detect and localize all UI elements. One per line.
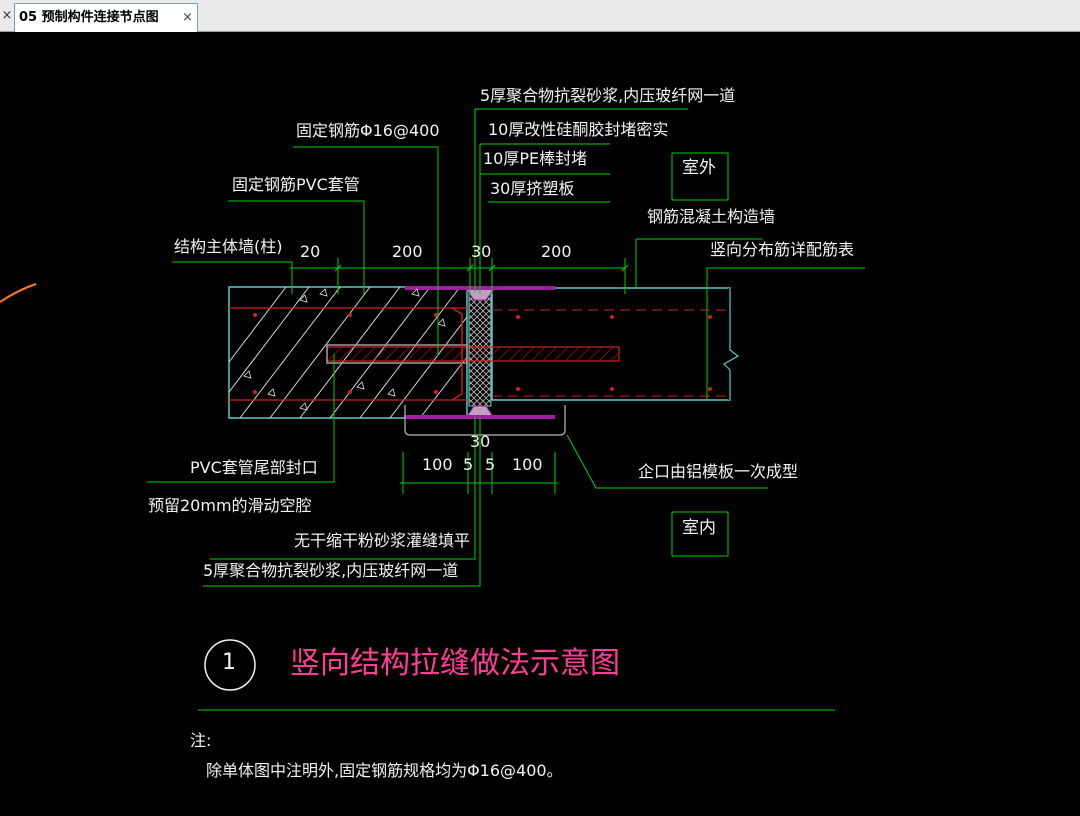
callout-pvc-sleeve: 固定钢筋PVC套管 <box>232 175 360 194</box>
dim-bottom-100-right: 100 <box>512 455 543 474</box>
callout-top-mortar: 5厚聚合物抗裂砂浆,内压玻纤网一道 <box>480 86 736 105</box>
callout-rc-wall: 钢筋混凝土构造墙 <box>647 207 776 226</box>
callout-pe-rod: 10厚PE棒封堵 <box>483 149 588 168</box>
callout-bottom-mortar: 5厚聚合物抗裂砂浆,内压玻纤网一道 <box>203 561 459 580</box>
close-icon[interactable]: × <box>0 0 14 32</box>
dim-bottom-30: 30 <box>470 432 491 451</box>
dim-bottom-100-left: 100 <box>422 455 453 474</box>
callout-fixed-rebar: 固定钢筋Φ16@400 <box>296 121 440 140</box>
rc-wall-outline <box>491 287 731 401</box>
notes-line-1: 除单体图中注明外,固定钢筋规格均为Φ16@400。 <box>206 761 563 780</box>
callout-notch: 企口由铝模板一次成型 <box>638 462 799 481</box>
drawing-title: 竖向结构拉缝做法示意图 <box>290 646 620 681</box>
dim-bottom-5-right: 5 <box>485 455 496 474</box>
dim-bottom-5-left: 5 <box>463 455 474 474</box>
callout-sealant: 10厚改性硅酮胶封堵密实 <box>488 120 669 139</box>
callout-xps-board: 30厚挤塑板 <box>490 179 575 198</box>
cad-drawing-canvas[interactable]: 5厚聚合物抗裂砂浆,内压玻纤网一道 10厚改性硅酮胶封堵密实 10厚PE棒封堵 … <box>0 32 1080 816</box>
zone-exterior: 室外 <box>682 158 716 178</box>
tab-active-drawing[interactable]: 05 预制构件连接节点图 × <box>14 3 198 32</box>
notes-heading: 注: <box>190 731 212 750</box>
detail-number: 1 <box>222 650 236 675</box>
dim-top-200-left: 200 <box>392 242 423 261</box>
callout-main-wall: 结构主体墙(柱) <box>174 237 283 256</box>
fixed-rebar <box>326 346 620 362</box>
dim-top-20: 20 <box>300 242 321 261</box>
tab-title: 05 预制构件连接节点图 <box>19 10 159 25</box>
tab-close-icon[interactable]: × <box>182 4 193 32</box>
callout-reserved-cavity: 预留20mm的滑动空腔 <box>148 496 312 515</box>
dim-top-30: 30 <box>471 242 492 261</box>
dim-top-200-right: 200 <box>541 242 572 261</box>
stray-orange-line <box>0 283 37 303</box>
callout-vertical-rebar: 竖向分布筋详配筋表 <box>710 240 855 259</box>
document-tab-bar: × 05 预制构件连接节点图 × <box>0 0 1080 32</box>
callout-grout-fill: 无干缩干粉砂浆灌缝填平 <box>294 531 471 550</box>
zone-interior: 室内 <box>682 518 716 538</box>
callout-pvc-tail-seal: PVC套管尾部封口 <box>190 458 318 477</box>
